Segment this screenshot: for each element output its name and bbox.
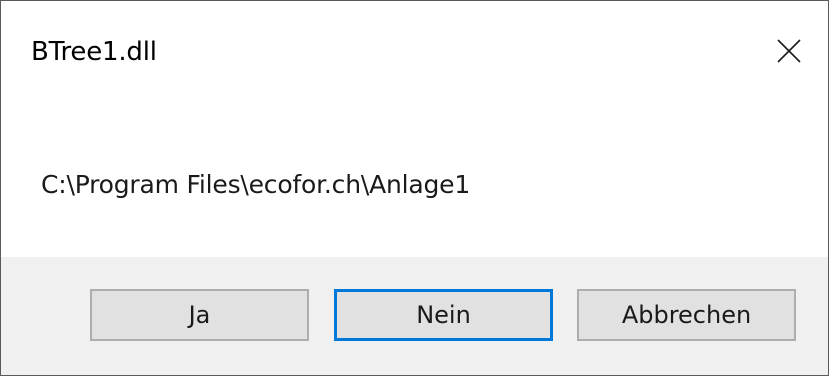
title-bar[interactable]: BTree1.dll bbox=[1, 1, 828, 105]
cancel-button[interactable]: Abbrechen bbox=[577, 289, 796, 341]
message-dialog: BTree1.dll C:\Program Files\ecofor.ch\An… bbox=[0, 0, 829, 376]
close-button[interactable] bbox=[761, 19, 817, 83]
no-button[interactable]: Nein bbox=[334, 289, 553, 341]
yes-button[interactable]: Ja bbox=[90, 289, 309, 341]
button-bar: Ja Nein Abbrechen bbox=[1, 257, 828, 375]
close-icon bbox=[777, 39, 801, 63]
dialog-title: BTree1.dll bbox=[31, 37, 157, 67]
dialog-message: C:\Program Files\ecofor.ch\Anlage1 bbox=[41, 170, 471, 199]
dialog-content: C:\Program Files\ecofor.ch\Anlage1 bbox=[1, 105, 828, 257]
